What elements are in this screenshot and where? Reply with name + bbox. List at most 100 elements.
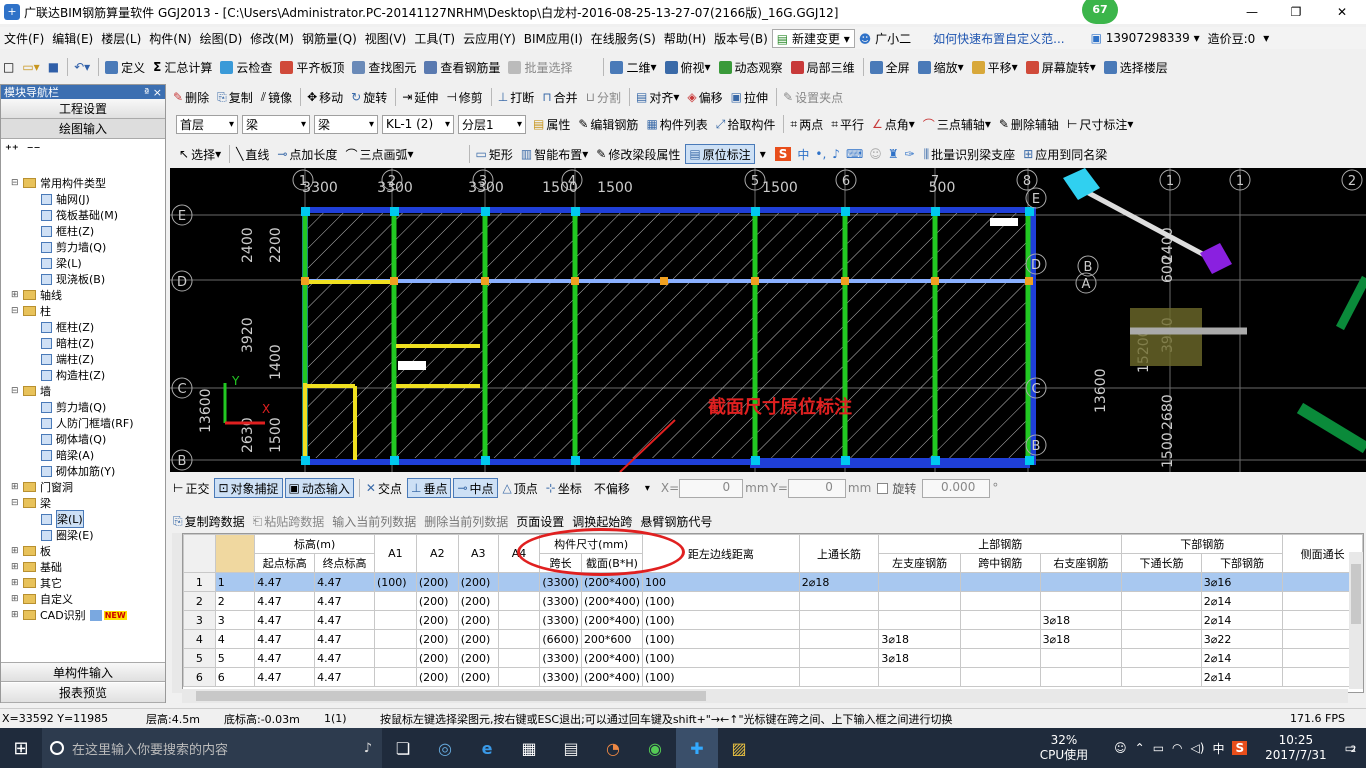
search-box[interactable]: 在这里输入你要搜索的内容 ♪: [42, 728, 382, 768]
align-top-button[interactable]: 平齐板顶: [277, 57, 347, 77]
menu-member[interactable]: 构件(N): [145, 30, 195, 47]
tree-item[interactable]: 剪力墙(Q): [1, 239, 165, 255]
menu-rebar[interactable]: 钢筋量(Q): [298, 30, 361, 47]
grid-vscroll[interactable]: [1349, 552, 1363, 689]
menu-help[interactable]: 帮助(H): [660, 30, 710, 47]
table-cell[interactable]: 2⌀14: [1200, 648, 1284, 668]
pan-button[interactable]: 平移 ▾: [969, 57, 1021, 77]
collapse-icon[interactable]: ⊟: [11, 306, 21, 316]
table-cell[interactable]: [798, 629, 880, 649]
merge-button[interactable]: ⊓ 合并: [539, 87, 580, 107]
table-cell[interactable]: 4.47: [314, 610, 375, 630]
tree-item[interactable]: ⊟ 柱: [1, 303, 165, 319]
table-row[interactable]: 1 1 4.47 4.47 (100) (200) (200) (3300) (200*400)…: [183, 572, 1363, 592]
table-cell[interactable]: [373, 667, 417, 687]
minimize-button[interactable]: —: [1232, 5, 1272, 19]
select-button[interactable]: ↖ 选择 ▾: [176, 144, 224, 164]
table-cell[interactable]: (200): [415, 572, 459, 592]
view-2d-button[interactable]: 二维 ▾: [607, 57, 659, 77]
clock[interactable]: 10:25 2017/7/31: [1265, 733, 1327, 763]
select-floor-button[interactable]: 选择楼层: [1101, 57, 1171, 77]
table-cell[interactable]: (200*400): [580, 648, 644, 668]
point-length-button[interactable]: ⊸ 点加长度: [274, 144, 340, 164]
more-chevron-icon[interactable]: ▾: [1259, 31, 1273, 45]
cpu-meter[interactable]: 32% CPU使用: [1040, 733, 1088, 763]
dimension-button[interactable]: ⊢ 尺寸标注 ▾: [1064, 114, 1137, 134]
table-cell[interactable]: [373, 591, 417, 611]
table-cell[interactable]: 3⌀18: [1039, 629, 1123, 649]
in-situ-annotation-button[interactable]: ▤ 原位标注: [685, 144, 755, 164]
dynamic-input-button[interactable]: ▣ 动态输入: [284, 478, 354, 498]
table-cell[interactable]: (200*400): [580, 610, 644, 630]
table-cell[interactable]: [960, 667, 1041, 687]
help-link[interactable]: 如何快速布置自定义范...: [929, 30, 1068, 47]
table-cell[interactable]: [373, 648, 417, 668]
tree-item[interactable]: 砌体墙(Q): [1, 431, 165, 447]
intersection-button[interactable]: ✕ 交点: [363, 478, 405, 498]
table-cell[interactable]: 4: [214, 629, 256, 649]
menu-view[interactable]: 视图(V): [361, 30, 411, 47]
table-cell[interactable]: [878, 572, 962, 592]
table-cell[interactable]: 2⌀14: [1200, 610, 1284, 630]
menu-cloud[interactable]: 云应用(Y): [459, 30, 520, 47]
ortho-button[interactable]: ⊢ 正交: [170, 478, 212, 498]
table-cell[interactable]: [1039, 572, 1123, 592]
table-row[interactable]: 4 4 4.47 4.47 (200) (200) (6600) 200*600 (100) 3⌀…: [183, 629, 1363, 649]
table-cell[interactable]: 4.47: [254, 591, 316, 611]
table-cell[interactable]: [497, 572, 541, 592]
type-select[interactable]: 梁: [314, 114, 378, 134]
floor-select[interactable]: 首层: [176, 114, 238, 134]
table-cell[interactable]: (200): [457, 667, 499, 687]
pick-member-button[interactable]: ⤢ 拾取构件: [713, 114, 779, 134]
tree-item[interactable]: 砌体加筋(Y): [1, 463, 165, 479]
table-cell[interactable]: 2⌀18: [798, 572, 880, 592]
windows-start-icon[interactable]: ⊞: [0, 728, 42, 768]
drawing-canvas[interactable]: 1 2 3 4 5 6 7 8 1 1 2 E D C B E D C B B …: [170, 168, 1366, 472]
table-cell[interactable]: [960, 629, 1041, 649]
table-cell[interactable]: (3300): [539, 667, 582, 687]
table-cell[interactable]: 3: [214, 610, 256, 630]
table-row[interactable]: 2 2 4.47 4.47 (200) (200) (3300) (200*400) (100)…: [183, 591, 1363, 611]
point-angle-button[interactable]: ∠ 点角 ▾: [869, 114, 918, 134]
x-input[interactable]: 0: [679, 478, 744, 498]
expand-icon[interactable]: ⊞: [11, 594, 21, 604]
table-cell[interactable]: 2⌀14: [1200, 591, 1284, 611]
batch-select-button[interactable]: 批量选择: [505, 57, 575, 77]
notification-icon[interactable]: ▭ 2: [1345, 741, 1357, 755]
table-cell[interactable]: [497, 667, 541, 687]
volume-icon[interactable]: ◁): [1191, 741, 1205, 755]
table-cell[interactable]: [798, 591, 880, 611]
table-cell[interactable]: [960, 648, 1041, 668]
tree-item[interactable]: 梁(L): [1, 510, 165, 528]
table-cell[interactable]: (100): [642, 629, 800, 649]
table-cell[interactable]: [373, 629, 417, 649]
expand-icon[interactable]: ⊞: [11, 610, 21, 620]
collapse-all-icon[interactable]: ⁻⁻: [27, 143, 41, 158]
expand-icon[interactable]: ⊞: [11, 578, 21, 588]
trim-button[interactable]: ⊣ 修剪: [443, 87, 485, 107]
account[interactable]: ▣ 13907298339 ▾: [1087, 31, 1204, 45]
table-cell[interactable]: [878, 610, 962, 630]
mirror-button[interactable]: ⫽ 镜像: [258, 87, 295, 107]
member-select[interactable]: KL-1 (2): [382, 114, 454, 134]
table-cell[interactable]: (3300): [539, 591, 582, 611]
tree-item[interactable]: 梁(L): [1, 255, 165, 271]
find-button[interactable]: 查找图元: [349, 57, 419, 77]
collapse-icon[interactable]: ⊟: [11, 498, 21, 508]
wifi-icon[interactable]: ◠: [1172, 741, 1182, 755]
two-point-button[interactable]: ⌗ 两点: [787, 114, 826, 134]
table-cell[interactable]: 2⌀14: [1200, 667, 1284, 687]
tree-item[interactable]: ⊞ 轴线: [1, 287, 165, 303]
tree-item[interactable]: ⊞ 其它: [1, 575, 165, 591]
tree-item[interactable]: ⊞ 门窗洞: [1, 479, 165, 495]
new-change-button[interactable]: ▤ 新建变更 ▾: [771, 28, 855, 48]
table-cell[interactable]: (200): [457, 610, 499, 630]
table-cell[interactable]: (200): [457, 648, 499, 668]
osnap-button[interactable]: ⊡ 对象捕捉: [214, 478, 283, 498]
input-column-button[interactable]: 输入当前列数据: [329, 511, 419, 531]
table-cell[interactable]: [497, 648, 541, 668]
assistant-button[interactable]: ☻ 广小二: [855, 30, 915, 47]
move-button[interactable]: ✥ 移动: [304, 87, 346, 107]
table-cell[interactable]: (6600): [539, 629, 582, 649]
tree-item[interactable]: ⊟ 梁: [1, 495, 165, 511]
